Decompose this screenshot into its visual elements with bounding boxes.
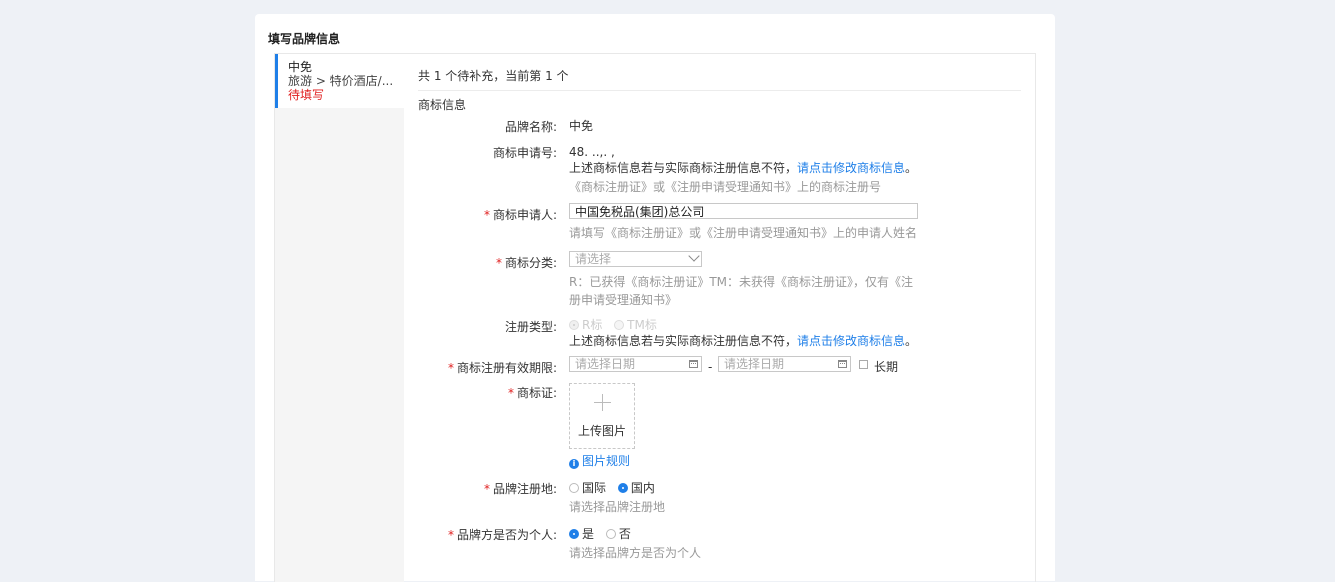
reg-type-label: 注册类型: <box>504 320 557 334</box>
sidebar-item-name: 中免 <box>288 60 313 74</box>
image-rules-link[interactable]: 图片规则 <box>582 454 630 468</box>
info-icon: i <box>569 459 579 469</box>
radio-icon <box>569 483 579 493</box>
is-personal-options: 是 否 <box>569 526 631 542</box>
brand-panel: 中免 旅游 > 特价酒店/... 待填写 共 1 个待补充，当前第 1 个 商标… <box>274 53 1036 582</box>
upload-label: 上传图片 <box>577 424 626 438</box>
radio-tm-icon <box>614 320 625 330</box>
long-term-label: 长期 <box>874 360 899 374</box>
applicant-hint: 请填写《商标注册证》或《注册申请受理通知书》上的申请人姓名 <box>569 226 918 240</box>
radio-domestic[interactable]: 国内 <box>617 481 655 495</box>
sidebar-item-category: 旅游 > 特价酒店/... <box>288 74 394 88</box>
category-hint-1: R：已获得《商标注册证》TM：未获得《商标注册证》，仅有《注 <box>569 275 914 289</box>
sidebar-item-brand[interactable]: 中免 旅游 > 特价酒店/... 待填写 <box>275 54 404 108</box>
radio-international[interactable]: 国际 <box>569 481 606 495</box>
date-separator: - <box>708 360 713 374</box>
radio-selected-icon <box>617 483 628 493</box>
radio-no[interactable]: 否 <box>605 527 631 541</box>
category-label: * 商标分类: <box>495 256 557 270</box>
edit-trademark-link-2[interactable]: 请点击修改商标信息 <box>797 334 905 348</box>
applicant-input[interactable] <box>569 203 918 219</box>
edit-trademark-link[interactable]: 请点击修改商标信息 <box>797 161 905 175</box>
certificate-label: * 商标证: <box>507 386 557 400</box>
reg-place-label: * 品牌注册地: <box>483 482 557 496</box>
app-no-hint: 《商标注册证》或《注册申请受理通知书》上的商标注册号 <box>569 180 882 194</box>
reg-type-notice: 上述商标信息若与实际商标注册信息不符，请点击修改商标信息。 <box>569 334 918 348</box>
reg-type-options: R标 TM标 <box>569 317 657 333</box>
category-select[interactable]: 请选择 <box>569 250 702 267</box>
app-no-notice-text: 上述商标信息若与实际商标注册信息不符， <box>569 161 798 175</box>
radio-yes[interactable]: 是 <box>569 527 594 541</box>
brand-name-label: 品牌名称: <box>504 120 557 134</box>
brand-info-card: 填写品牌信息 中免 旅游 > 特价酒店/... 待填写 共 1 个待补充，当前第… <box>255 14 1055 582</box>
plus-icon <box>594 394 611 411</box>
section-title: 商标信息 <box>418 98 467 112</box>
end-date-input[interactable]: 请选择日期 <box>718 356 851 372</box>
reg-place-options: 国际 国内 <box>569 480 655 496</box>
progress-text: 共 1 个待补充，当前第 1 个 <box>418 67 1021 91</box>
radio-r-icon <box>569 320 579 330</box>
reg-place-hint: 请选择品牌注册地 <box>569 500 666 514</box>
upload-image-button[interactable]: 上传图片 <box>569 383 635 449</box>
brand-sidebar: 中免 旅游 > 特价酒店/... 待填写 <box>275 54 404 582</box>
category-hint-2: 册申请受理通知书》 <box>569 293 678 307</box>
start-date-input[interactable]: 请选择日期 <box>569 356 702 372</box>
app-no-notice-end: 。 <box>905 161 918 175</box>
long-term-checkbox[interactable] <box>859 360 868 369</box>
radio-tm-mark: TM标 <box>614 318 657 332</box>
applicant-label: * 商标申请人: <box>483 208 557 222</box>
is-personal-hint: 请选择品牌方是否为个人 <box>569 546 702 560</box>
category-placeholder: 请选择 <box>575 252 612 266</box>
validity-label: * 商标注册有效期限: <box>447 361 557 375</box>
app-no-label: 商标申请号: <box>492 146 557 160</box>
chevron-down-icon <box>688 250 700 262</box>
is-personal-label: * 品牌方是否为个人: <box>447 528 557 542</box>
radio-selected-icon <box>569 529 579 539</box>
sidebar-item-status: 待填写 <box>288 88 325 102</box>
radio-icon <box>605 529 616 539</box>
brand-name-value: 中免 <box>569 119 594 133</box>
image-rules[interactable]: i 图片规则 <box>569 453 630 469</box>
calendar-icon <box>838 360 847 368</box>
calendar-icon <box>689 360 698 368</box>
form-main: 共 1 个待补充，当前第 1 个 商标信息 品牌名称: 中免 商标申请号: 48… <box>418 54 1021 582</box>
card-title: 填写品牌信息 <box>268 32 341 46</box>
app-no-value: 48. ..,. , <box>569 145 615 159</box>
app-no-notice: 上述商标信息若与实际商标注册信息不符，请点击修改商标信息。 <box>569 160 917 176</box>
radio-r-mark: R标 <box>569 318 602 332</box>
